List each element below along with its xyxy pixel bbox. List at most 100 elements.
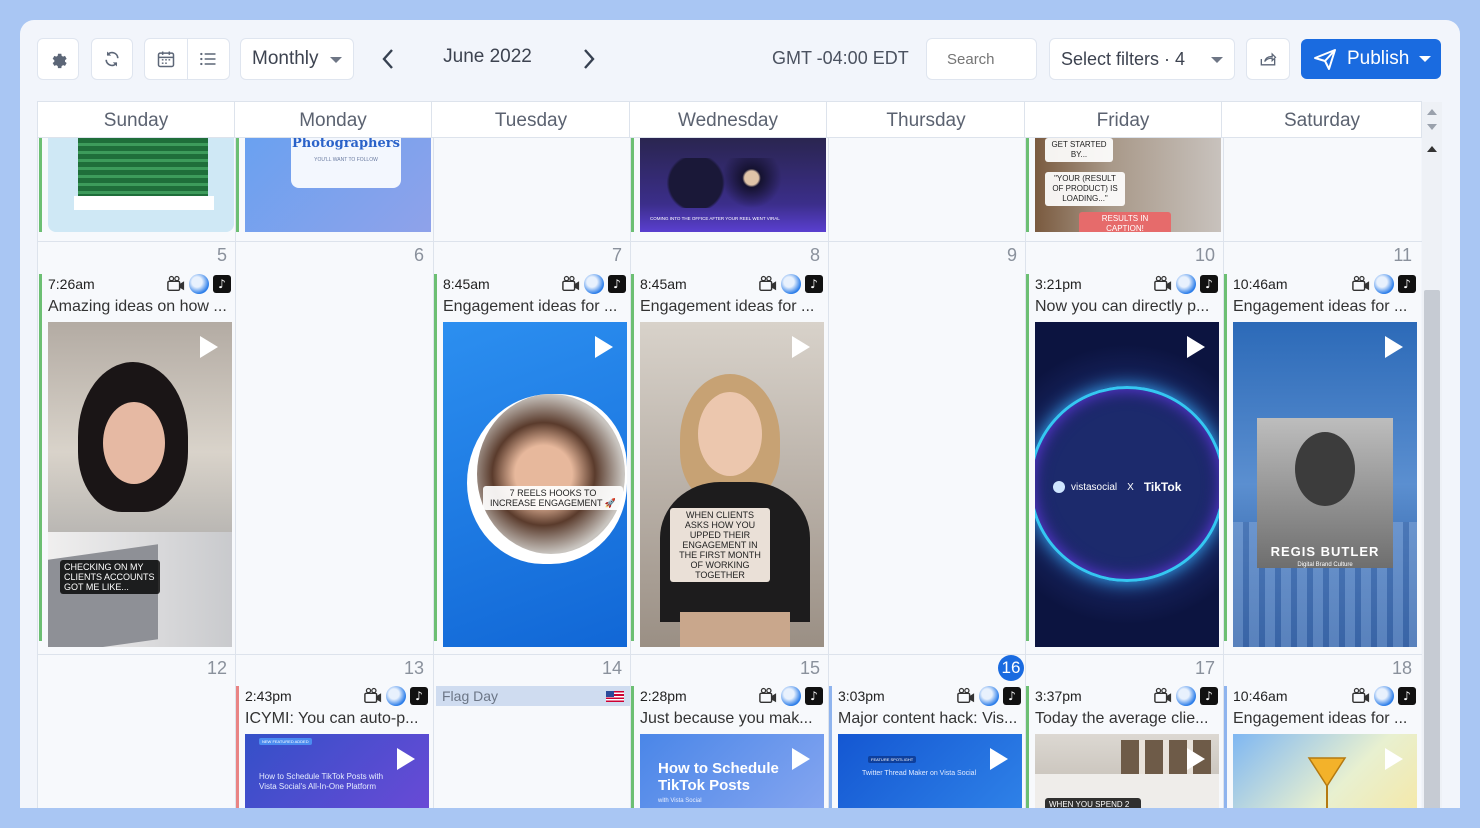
holiday-event[interactable]: Flag Day <box>436 686 630 706</box>
day-number: 12 <box>206 658 227 678</box>
weekday-sunday: Sunday <box>38 102 235 138</box>
post-thumbnail: WHEN CLIENTS ASKS HOW YOU UPPED THEIR EN… <box>640 322 824 647</box>
today-badge: 16 <box>998 655 1024 681</box>
post-title: Engagement ideas for ... <box>1233 710 1408 727</box>
weekday-header: Sunday Monday Tuesday Wednesday Thursday… <box>38 101 1422 138</box>
share-button[interactable] <box>1246 38 1290 80</box>
post-time: 2:28pm <box>640 688 687 704</box>
chevron-left-icon <box>382 49 393 69</box>
day-number: 6 <box>413 245 424 265</box>
tiktok-icon: ♪ <box>213 275 231 293</box>
video-icon <box>1352 275 1370 292</box>
day-number: 10 <box>1194 245 1215 265</box>
vistasocial-icon <box>1374 686 1394 706</box>
weekday-tuesday: Tuesday <box>433 102 630 138</box>
post-thumbnail: Photographers YOU'LL WANT TO FOLLOW <box>245 138 431 232</box>
thumbnail-caption: "YOUR (RESULT OF PRODUCT) IS LOADING..." <box>1045 172 1125 206</box>
day-number: 17 <box>1194 658 1215 678</box>
post-card[interactable]: 8:45am ♪ Engagement ideas for ... 7 REEL… <box>434 274 628 647</box>
send-icon <box>1314 49 1336 70</box>
filters-select[interactable]: Select filters · 4 <box>1049 38 1235 80</box>
post-card[interactable]: Photographers YOU'LL WANT TO FOLLOW <box>236 138 431 232</box>
next-month-button[interactable] <box>576 44 602 74</box>
post-card[interactable]: 2:43pm ♪ ICYMI: You can auto-p... NEW FE… <box>236 686 430 808</box>
view-mode-label: Monthly <box>252 48 319 69</box>
thumbnail-text: Twitter Thread Maker on Vista Social <box>862 770 977 777</box>
post-title: Major content hack: Vis... <box>838 710 1018 727</box>
search-input[interactable] <box>926 38 1037 80</box>
post-card[interactable]: COMING INTO THE OFFICE AFTER YOUR REEL W… <box>631 138 826 232</box>
thumbnail-caption: GET STARTED BY... <box>1045 138 1113 162</box>
thumbnail-caption: WHEN YOU SPEND 2 HOURS <box>1045 798 1141 808</box>
weekday-saturday: Saturday <box>1223 102 1422 138</box>
vistasocial-icon <box>979 686 999 706</box>
post-time: 8:45am <box>640 276 687 292</box>
tiktok-icon: ♪ <box>805 275 823 293</box>
publish-button[interactable]: Publish <box>1301 39 1441 79</box>
post-thumbnail: How to Schedule TikTok Posts with Vista … <box>640 734 824 808</box>
video-icon <box>759 275 777 292</box>
post-card[interactable]: 3:21pm ♪ Now you can directly p... vista… <box>1026 274 1220 647</box>
post-time: 3:03pm <box>838 688 885 704</box>
play-icon <box>1187 336 1205 358</box>
video-icon <box>957 687 975 704</box>
post-thumbnail: NEW FEATURED ADDED How to Schedule TikTo… <box>245 734 429 808</box>
post-card[interactable] <box>39 138 234 232</box>
video-icon <box>167 275 185 292</box>
post-card[interactable]: 8:45am ♪ Engagement ideas for ... WHEN C… <box>631 274 825 647</box>
post-title: ICYMI: You can auto-p... <box>245 710 419 727</box>
prev-month-button[interactable] <box>375 44 401 74</box>
calendar-view-button[interactable] <box>145 39 187 79</box>
toolbar: Monthly June 2022 GMT -04:00 EDT Select … <box>20 20 1460 100</box>
scroll-top-icon[interactable] <box>1427 146 1437 152</box>
post-time: 3:37pm <box>1035 688 1082 704</box>
tiktok-icon: ♪ <box>805 687 823 705</box>
thumbnail-role: Digital Brand Culture <box>1297 562 1353 568</box>
refresh-button[interactable] <box>91 38 133 80</box>
post-thumbnail: CHECKING ON MY CLIENTS ACCOUNTS GOT ME L… <box>48 322 232 647</box>
vistasocial-logo-icon <box>1053 481 1065 493</box>
brand-x: X <box>1127 481 1134 493</box>
post-card[interactable]: GET STARTED BY... "YOUR (RESULT OF PRODU… <box>1026 138 1221 232</box>
thumbnail-caption: CHECKING ON MY CLIENTS ACCOUNTS GOT ME L… <box>60 560 160 594</box>
list-view-button[interactable] <box>186 39 230 79</box>
vistasocial-icon <box>386 686 406 706</box>
scroll-up-icon[interactable] <box>1427 109 1437 115</box>
view-mode-select[interactable]: Monthly <box>240 38 354 80</box>
vistasocial-icon <box>189 274 209 294</box>
chevron-right-icon <box>584 49 595 69</box>
post-card[interactable]: 7:26am ♪ Amazing ideas on how ... CHECKI… <box>39 274 233 647</box>
brand-tiktok: TikTok <box>1143 480 1182 494</box>
post-card[interactable]: 3:03pm ♪ Major content hack: Vis... FEAT… <box>829 686 1023 808</box>
day-number: 7 <box>611 245 622 265</box>
play-icon <box>200 336 218 358</box>
brand-vistasocial: vistasocial <box>1071 481 1118 493</box>
share-icon <box>1260 52 1277 66</box>
post-card[interactable]: 2:28pm ♪ Just because you mak... How to … <box>631 686 825 808</box>
vistasocial-icon <box>1374 274 1394 294</box>
calendar-scrollbar[interactable] <box>1422 102 1442 808</box>
post-card[interactable]: 10:46am ♪ Engagement ideas for ... <box>1224 686 1418 808</box>
app-frame: Monthly June 2022 GMT -04:00 EDT Select … <box>20 20 1460 808</box>
tiktok-icon: ♪ <box>1398 687 1416 705</box>
video-icon <box>364 687 382 704</box>
post-thumbnail: GET STARTED BY... "YOUR (RESULT OF PRODU… <box>1035 138 1221 232</box>
day-number: 9 <box>1006 245 1017 265</box>
timezone-label[interactable]: GMT -04:00 EDT <box>772 48 909 69</box>
vistasocial-icon <box>781 274 801 294</box>
thumbnail-sub: with Vista Social <box>658 798 702 804</box>
play-icon <box>1187 748 1205 770</box>
post-thumbnail: FEATURE SPOTLIGHT Twitter Thread Maker o… <box>838 734 1022 808</box>
settings-button[interactable] <box>37 38 79 80</box>
publish-label: Publish <box>1347 48 1410 69</box>
post-title: Now you can directly p... <box>1035 298 1210 315</box>
post-card[interactable]: 10:46am ♪ Engagement ideas for ... REGIS… <box>1224 274 1418 647</box>
refresh-icon <box>105 51 119 67</box>
scrollbar-thumb[interactable] <box>1424 290 1440 808</box>
thumbnail-text: How to Schedule TikTok Posts with Vista … <box>259 772 384 791</box>
post-card[interactable]: 3:37pm ♪ Today the average clie... WHEN … <box>1026 686 1220 808</box>
holiday-label: Flag Day <box>442 688 499 704</box>
thumbnail-text: How to Schedule TikTok Posts <box>658 760 779 794</box>
scroll-down-icon[interactable] <box>1427 124 1437 130</box>
calendar-icon <box>157 51 174 68</box>
